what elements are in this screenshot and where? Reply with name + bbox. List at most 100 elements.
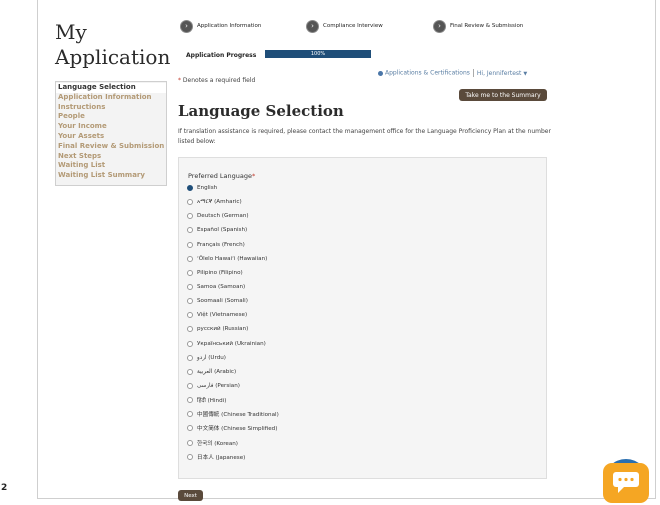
sidebar-item-your-assets[interactable]: Your Assets — [56, 132, 166, 142]
radio-button[interactable] — [187, 383, 193, 390]
radio-button[interactable] — [187, 439, 193, 446]
language-option[interactable]: Français (French) — [187, 238, 279, 252]
progress-label: Application Progress — [186, 52, 257, 59]
step-label: Final Review & Submission — [450, 23, 524, 29]
radio-button[interactable] — [187, 255, 193, 262]
language-option[interactable]: አማርኛ (Amharic) — [187, 195, 279, 209]
stray-character: 2 — [1, 483, 8, 493]
language-option-label: 中國傳統 (Chinese Traditional) — [197, 412, 279, 419]
radio-button[interactable] — [187, 227, 193, 234]
language-option[interactable]: Samoa (Samoan) — [187, 280, 279, 294]
language-option[interactable]: فارسی (Persian) — [187, 379, 279, 393]
language-option[interactable]: English — [187, 181, 279, 195]
intro-text: If translation assistance is required, p… — [178, 128, 551, 145]
radio-button[interactable] — [187, 298, 193, 305]
user-greeting: Hi, Jennifertest — [476, 69, 522, 77]
language-option-label: Français (French) — [197, 241, 245, 248]
chat-button[interactable] — [601, 459, 651, 503]
next-button[interactable]: Next — [178, 490, 203, 501]
language-option[interactable]: Việt (Vietnamese) — [187, 308, 279, 322]
language-option-label: Việt (Vietnamese) — [197, 312, 248, 319]
radio-button[interactable] — [187, 411, 193, 418]
language-option[interactable]: Pilipino (Filipino) — [187, 266, 279, 280]
step-final-review[interactable]: › Final Review & Submission — [433, 19, 523, 33]
chat-bubble-icon — [603, 459, 649, 503]
required-star: * — [251, 172, 256, 180]
step-label: Application Information — [197, 23, 262, 29]
language-option[interactable]: اردو (Urdu) — [187, 351, 279, 365]
language-option[interactable]: العربية (Arabic) — [187, 365, 279, 379]
language-option-label: ʻŌlelo Hawaiʻi (Hawaiian) — [197, 255, 268, 262]
language-option-label: हिंदी (Hindi) — [197, 398, 227, 405]
sidebar-item-next-steps[interactable]: Next Steps — [56, 152, 166, 162]
radio-button[interactable] — [187, 284, 193, 291]
sidebar-item-final-review[interactable]: Final Review & Submission — [56, 142, 166, 152]
language-option-label: 日本人 (Japanese) — [197, 454, 246, 461]
language-option[interactable]: 中國傳統 (Chinese Traditional) — [187, 407, 279, 421]
sidebar-item-waiting-list-summary[interactable]: Waiting List Summary — [56, 171, 166, 181]
language-option-label: Pilipino (Filipino) — [197, 269, 243, 276]
required-note-text: Denotes a required field — [181, 77, 256, 84]
radio-button[interactable] — [187, 269, 193, 276]
language-option[interactable]: ʻŌlelo Hawaiʻi (Hawaiian) — [187, 252, 279, 266]
language-option-label: 中文简体 (Chinese Simplified) — [197, 426, 278, 433]
radio-button[interactable] — [187, 241, 193, 248]
language-option[interactable]: русский (Russian) — [187, 322, 279, 336]
language-option[interactable]: Español (Spanish) — [187, 223, 279, 237]
sidebar-item-language-selection[interactable]: Language Selection — [56, 83, 166, 93]
circle-icon — [378, 70, 383, 76]
sidebar-item-waiting-list[interactable]: Waiting List — [56, 161, 166, 171]
language-option-label: Deutsch (German) — [197, 213, 249, 220]
step-label: Compliance Interview — [323, 23, 383, 29]
sidebar-item-instructions[interactable]: Instructions — [56, 103, 166, 113]
step-compliance-interview[interactable]: › Compliance Interview — [306, 19, 383, 33]
language-option-label: اردو (Urdu) — [197, 354, 226, 361]
language-option-label: Samoa (Samoan) — [197, 284, 246, 291]
chevron-down-icon: ▼ — [523, 70, 528, 77]
radio-button[interactable] — [187, 453, 193, 460]
radio-button[interactable] — [187, 213, 193, 220]
divider — [472, 69, 474, 77]
radio-button[interactable] — [187, 185, 193, 192]
language-option-label: አማርኛ (Amharic) — [197, 198, 242, 205]
language-option[interactable]: Українськиӣ (Ukrainian) — [187, 337, 279, 351]
sidebar-item-your-income[interactable]: Your Income — [56, 122, 166, 132]
language-option-label: فارسی (Persian) — [197, 383, 240, 390]
take-me-to-summary-button[interactable]: Take me to the Summary — [459, 89, 547, 101]
radio-button[interactable] — [187, 312, 193, 319]
language-option[interactable]: 中文简体 (Chinese Simplified) — [187, 421, 279, 435]
radio-button[interactable] — [187, 340, 193, 347]
language-option-label: Español (Spanish) — [197, 227, 248, 234]
language-option-label: русский (Russian) — [197, 326, 249, 333]
applications-link[interactable]: Applications & Certifications — [385, 70, 470, 77]
radio-button[interactable] — [187, 326, 193, 333]
user-bar: Applications & Certifications Hi, Jennife… — [378, 69, 527, 77]
chevron-right-icon: › — [306, 19, 319, 33]
sidebar-item-application-information[interactable]: Application Information — [56, 93, 166, 103]
page-title: Language Selection — [178, 102, 344, 120]
sidebar-item-people[interactable]: People — [56, 112, 166, 122]
language-option-label: العربية (Arabic) — [197, 368, 237, 375]
user-menu[interactable]: Hi, Jennifertest ▼ — [477, 70, 527, 77]
language-option-label: 한국의 (Korean) — [197, 440, 238, 447]
language-option-label: Soomaali (Somali) — [197, 298, 248, 305]
radio-button[interactable] — [187, 368, 193, 375]
language-form-panel: Preferred Language* English አማርኛ (Amharic… — [178, 157, 547, 479]
language-option[interactable]: 한국의 (Korean) — [187, 436, 279, 450]
radio-button[interactable] — [187, 354, 193, 361]
chevron-right-icon: › — [433, 19, 446, 33]
sidebar-nav: Language Selection Application Informati… — [55, 81, 167, 186]
language-option[interactable]: Deutsch (German) — [187, 209, 279, 223]
language-option[interactable]: Soomaali (Somali) — [187, 294, 279, 308]
radio-button[interactable] — [187, 397, 193, 404]
language-option[interactable]: हिंदी (Hindi) — [187, 393, 279, 407]
language-option[interactable]: 日本人 (Japanese) — [187, 450, 279, 464]
language-option-label: Українськиӣ (Ukrainian) — [197, 340, 266, 347]
required-note: * Denotes a required field — [178, 77, 255, 84]
radio-button[interactable] — [187, 199, 193, 206]
language-option-label: English — [197, 185, 218, 192]
radio-button[interactable] — [187, 425, 193, 432]
chevron-right-icon: › — [180, 19, 193, 33]
progress-bar: 100% — [265, 50, 371, 58]
step-application-information[interactable]: › Application Information — [180, 19, 261, 33]
